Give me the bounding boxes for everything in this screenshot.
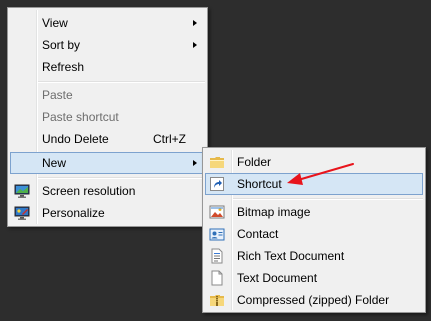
menu-item-label: Undo Delete xyxy=(42,132,109,146)
submenu-arrow-icon xyxy=(193,42,197,48)
menu-item-label: Rich Text Document xyxy=(237,249,345,263)
personalize-icon xyxy=(14,206,30,220)
menu-item-undo-delete[interactable]: Undo Delete Ctrl+Z xyxy=(10,128,205,150)
submenu-item-folder[interactable]: Folder xyxy=(205,151,423,173)
menu-item-view[interactable]: View xyxy=(10,12,205,34)
rich-text-document-icon xyxy=(211,248,223,264)
menu-item-paste[interactable]: Paste xyxy=(10,84,205,106)
submenu-item-rich-text-document[interactable]: Rich Text Document xyxy=(205,245,423,267)
bitmap-image-icon xyxy=(209,205,225,219)
menu-item-sort-by[interactable]: Sort by xyxy=(10,34,205,56)
menu-item-label: New xyxy=(42,156,67,170)
menu-item-paste-shortcut[interactable]: Paste shortcut xyxy=(10,106,205,128)
menu-item-label: Paste shortcut xyxy=(42,110,119,124)
menu-item-label: Paste xyxy=(42,88,73,102)
menu-item-label: Screen resolution xyxy=(42,184,136,198)
menu-item-new[interactable]: New xyxy=(10,152,205,174)
folder-icon xyxy=(210,157,224,168)
menu-item-label: Shortcut xyxy=(237,177,282,191)
new-submenu: Folder Shortcut Bitmap image Contact Ric… xyxy=(202,147,426,313)
menu-item-label: Text Document xyxy=(237,271,318,285)
menu-item-label: Refresh xyxy=(42,60,85,74)
menu-item-personalize[interactable]: Personalize xyxy=(10,202,205,224)
submenu-item-shortcut[interactable]: Shortcut xyxy=(205,173,423,195)
submenu-item-bitmap-image[interactable]: Bitmap image xyxy=(205,201,423,223)
zipped-folder-icon xyxy=(210,295,224,306)
contact-icon xyxy=(209,228,225,241)
menu-separator xyxy=(233,198,423,200)
submenu-arrow-icon xyxy=(193,160,197,166)
menu-item-refresh[interactable]: Refresh xyxy=(10,56,205,78)
context-menu: View Sort by Refresh Paste Paste shortcu… xyxy=(7,7,208,227)
menu-item-shortcut: Ctrl+Z xyxy=(153,132,186,146)
menu-item-label: Compressed (zipped) Folder xyxy=(237,293,390,307)
text-document-icon xyxy=(211,270,223,286)
menu-item-label: Bitmap image xyxy=(237,205,311,219)
menu-separator xyxy=(38,177,205,179)
menu-item-label: Personalize xyxy=(42,206,105,220)
submenu-arrow-icon xyxy=(193,20,197,26)
screen-resolution-icon xyxy=(14,184,30,198)
menu-separator xyxy=(38,81,205,83)
menu-item-label: Sort by xyxy=(42,38,81,52)
menu-item-label: View xyxy=(42,16,68,30)
menu-item-label: Contact xyxy=(237,227,279,241)
submenu-item-text-document[interactable]: Text Document xyxy=(205,267,423,289)
submenu-item-compressed-folder[interactable]: Compressed (zipped) Folder xyxy=(205,289,423,311)
submenu-item-contact[interactable]: Contact xyxy=(205,223,423,245)
shortcut-icon xyxy=(210,177,224,191)
menu-item-label: Folder xyxy=(237,155,272,169)
menu-item-screen-resolution[interactable]: Screen resolution xyxy=(10,180,205,202)
